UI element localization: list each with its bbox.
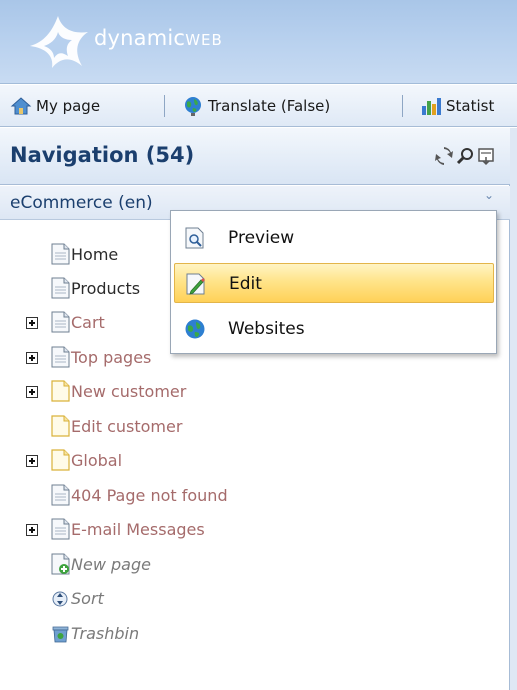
tree-node-label: Trashbin — [71, 624, 140, 643]
dynamicweb-logo-icon — [30, 16, 88, 68]
brand-name-lower: dynamic — [94, 26, 186, 50]
globe-icon — [185, 97, 201, 116]
tree-node-new-customer[interactable]: New customer — [0, 379, 500, 409]
page-icon — [51, 311, 70, 333]
tree-node-global[interactable]: Global — [0, 448, 500, 478]
bar-chart-icon — [422, 98, 441, 115]
panel-splitter[interactable] — [510, 128, 517, 690]
filter-icon[interactable] — [476, 146, 496, 166]
toolbar-separator — [402, 95, 403, 117]
tree-node-label: E-mail Messages — [71, 520, 205, 539]
page-icon — [51, 243, 70, 265]
tree-node-label: Top pages — [71, 348, 152, 367]
brand-name: dynamicWEB — [94, 26, 223, 50]
tree-node-label: Home — [71, 245, 119, 264]
expand-toggle[interactable] — [26, 352, 38, 364]
context-menu-label: Websites — [228, 319, 305, 339]
area-label: eCommerce (en) — [10, 193, 153, 213]
tree-node-new-page[interactable]: New page — [0, 552, 500, 582]
trashbin-icon — [52, 626, 69, 643]
navigation-title: Navigation (54) — [10, 143, 195, 167]
new-page-icon — [51, 553, 70, 575]
statistics-button[interactable]: Statist — [420, 95, 494, 117]
page-icon — [51, 277, 70, 299]
sort-icon — [52, 591, 68, 607]
tree-node-label: 404 Page not found — [71, 486, 228, 505]
tree-node-edit-customer[interactable]: Edit customer — [0, 414, 500, 444]
tree-node-email-messages[interactable]: E-mail Messages — [0, 517, 500, 547]
page-icon — [51, 518, 70, 540]
page-icon — [51, 484, 70, 506]
page-icon — [51, 346, 70, 368]
context-menu: Preview Edit Websites — [170, 210, 497, 354]
tree-node-label: Edit customer — [71, 417, 183, 436]
tree-node-label: New page — [71, 555, 151, 574]
refresh-icon[interactable] — [434, 146, 454, 166]
search-icon[interactable] — [455, 146, 475, 166]
expand-toggle[interactable] — [26, 455, 38, 467]
context-menu-edit[interactable]: Edit — [174, 263, 494, 303]
tree-node-label: Products — [71, 279, 141, 298]
tree-node-404-page[interactable]: 404 Page not found — [0, 483, 500, 513]
context-menu-preview[interactable]: Preview — [174, 218, 494, 258]
translate-label: Translate (False) — [208, 97, 331, 115]
my-page-button[interactable]: My page — [10, 95, 100, 117]
my-page-label: My page — [36, 97, 101, 115]
preview-icon — [185, 227, 204, 249]
top-toolbar: My page Translate (False) Statist — [0, 85, 517, 127]
area-name: eCommerce ( — [10, 193, 125, 213]
toolbar-separator — [164, 95, 165, 117]
navigation-header: Navigation (54) — [0, 128, 510, 185]
globe-icon — [185, 319, 205, 339]
folder-page-icon — [51, 380, 70, 402]
folder-page-icon — [51, 415, 70, 437]
home-icon — [10, 97, 32, 115]
tree-node-label: Global — [71, 451, 123, 470]
context-menu-websites[interactable]: Websites — [174, 309, 494, 349]
tree-node-label: Sort — [71, 589, 104, 608]
expand-toggle[interactable] — [26, 317, 38, 329]
expand-toggle[interactable] — [26, 386, 38, 398]
expand-toggle[interactable] — [26, 524, 38, 536]
tree-node-label: Cart — [71, 313, 105, 332]
tree-node-sort[interactable]: Sort — [0, 586, 500, 616]
tree-node-label: New customer — [71, 382, 187, 401]
edit-icon — [186, 273, 205, 295]
translate-button[interactable]: Translate (False) — [182, 95, 330, 117]
area-name-hidden-suffix: en) — [124, 193, 153, 213]
folder-page-icon — [51, 449, 70, 471]
brand-name-caps: WEB — [185, 31, 223, 49]
context-menu-label: Preview — [228, 228, 295, 248]
tree-node-trashbin[interactable]: Trashbin — [0, 621, 500, 651]
statistics-label: Statist — [446, 97, 495, 115]
app-banner: dynamicWEB — [0, 0, 517, 84]
context-menu-label: Edit — [229, 274, 262, 294]
area-collapse-icon[interactable]: ⌄ — [484, 188, 494, 202]
